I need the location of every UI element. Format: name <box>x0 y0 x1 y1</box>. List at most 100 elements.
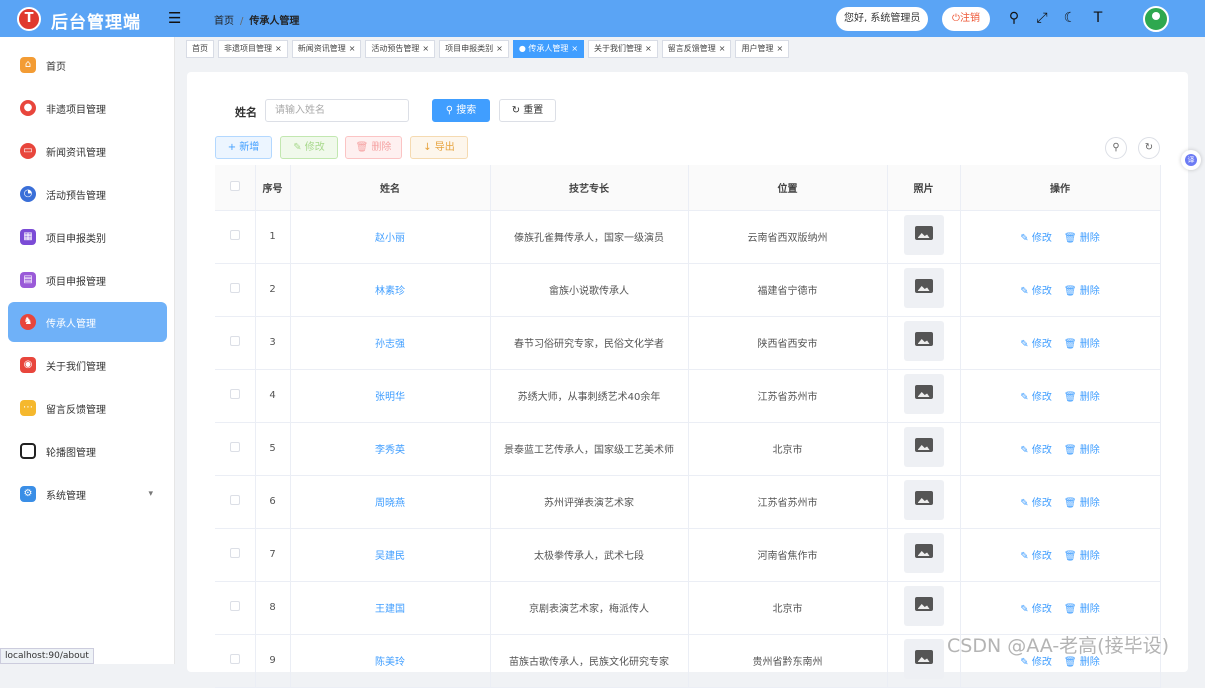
name-link[interactable]: 王建国 <box>375 604 405 615</box>
tab-about[interactable]: 关于我们管理 × <box>588 40 658 58</box>
name-link[interactable]: 林素珍 <box>375 286 405 297</box>
translate-badge[interactable]: 译 <box>1181 150 1201 170</box>
row-checkbox[interactable] <box>229 495 240 505</box>
sidebar-item-reports[interactable]: ▤ 项目申报管理 <box>8 260 167 300</box>
row-delete-button[interactable]: 🗑 删除 <box>1064 233 1100 244</box>
logout-button[interactable]: ⏻注销 <box>942 7 990 31</box>
row-edit-button[interactable]: ✎ 修改 <box>1020 339 1052 350</box>
avatar[interactable] <box>1143 6 1169 32</box>
row-select-cell[interactable] <box>215 581 256 635</box>
row-delete-button[interactable]: 🗑 删除 <box>1064 445 1100 456</box>
row-delete-button[interactable]: 🗑 删除 <box>1064 339 1100 350</box>
row-checkbox[interactable] <box>229 601 240 611</box>
close-icon[interactable]: × <box>496 44 503 53</box>
row-edit-button[interactable]: ✎ 修改 <box>1020 392 1052 403</box>
tab-users[interactable]: 用户管理 × <box>735 40 790 58</box>
row-checkbox[interactable] <box>229 548 240 558</box>
close-icon[interactable]: × <box>349 44 356 53</box>
image-placeholder-icon[interactable] <box>903 268 944 308</box>
row-select-cell[interactable] <box>215 316 256 370</box>
delete-button[interactable]: 🗑 删除 <box>345 136 402 159</box>
menu-fold-icon[interactable]: ☰ <box>168 10 184 26</box>
select-all-cell[interactable] <box>215 165 256 211</box>
name-link[interactable]: 李秀英 <box>375 445 405 456</box>
row-delete-button[interactable]: 🗑 删除 <box>1064 604 1100 615</box>
row-select-cell[interactable] <box>215 263 256 317</box>
row-edit-button[interactable]: ✎ 修改 <box>1020 445 1052 456</box>
row-select-cell[interactable] <box>215 475 256 529</box>
image-placeholder-icon[interactable] <box>903 215 944 255</box>
sidebar-item-events[interactable]: ◔ 活动预告管理 <box>8 174 167 214</box>
toggle-search-icon[interactable]: ⚲ <box>1105 137 1127 159</box>
close-icon[interactable]: × <box>571 44 578 53</box>
row-delete-button[interactable]: 🗑 删除 <box>1064 498 1100 509</box>
search-button[interactable]: ⚲ 搜索 <box>432 99 490 122</box>
name-link[interactable]: 陈美玲 <box>375 657 405 668</box>
tab-inheritors[interactable]: ● 传承人管理 × <box>512 40 585 58</box>
row-checkbox[interactable] <box>229 230 240 240</box>
name-link[interactable]: 赵小丽 <box>375 233 405 244</box>
sidebar-item-about[interactable]: ◉ 关于我们管理 <box>8 345 167 385</box>
image-placeholder-icon[interactable] <box>903 586 944 626</box>
close-icon[interactable]: × <box>422 44 429 53</box>
row-select-cell[interactable] <box>215 210 256 264</box>
name-search-input[interactable] <box>265 99 409 122</box>
sidebar-item-home[interactable]: ⌂ 首页 <box>8 45 167 85</box>
row-delete-button[interactable]: 🗑 删除 <box>1064 657 1100 668</box>
image-placeholder-icon[interactable] <box>903 533 944 573</box>
sidebar-item-inheritors[interactable]: ♞ 传承人管理 <box>8 302 167 342</box>
row-select-cell[interactable] <box>215 634 256 688</box>
sidebar-item-messages[interactable]: ⋯ 留言反馈管理 <box>8 388 167 428</box>
row-edit-button[interactable]: ✎ 修改 <box>1020 498 1052 509</box>
name-link[interactable]: 孙志强 <box>375 339 405 350</box>
tab-events[interactable]: 活动预告管理 × <box>365 40 436 58</box>
row-edit-button[interactable]: ✎ 修改 <box>1020 233 1052 244</box>
sidebar-item-news[interactable]: ▭ 新闻资讯管理 <box>8 131 167 171</box>
row-checkbox[interactable] <box>229 336 240 346</box>
row-delete-button[interactable]: 🗑 删除 <box>1064 392 1100 403</box>
search-icon[interactable]: ⚲ <box>1005 9 1023 27</box>
close-icon[interactable]: × <box>719 44 726 53</box>
breadcrumb-home[interactable]: 首页 <box>214 16 234 27</box>
row-select-cell[interactable] <box>215 528 256 582</box>
close-icon[interactable]: × <box>645 44 652 53</box>
image-placeholder-icon[interactable] <box>903 639 944 679</box>
row-checkbox[interactable] <box>229 283 240 293</box>
close-icon[interactable]: × <box>776 44 783 53</box>
font-size-icon[interactable]: T <box>1089 9 1107 27</box>
row-select-cell[interactable] <box>215 369 256 423</box>
edit-button[interactable]: ✎ 修改 <box>280 136 338 159</box>
row-delete-button[interactable]: 🗑 删除 <box>1064 551 1100 562</box>
row-edit-button[interactable]: ✎ 修改 <box>1020 604 1052 615</box>
image-placeholder-icon[interactable] <box>903 374 944 414</box>
row-select-cell[interactable] <box>215 422 256 476</box>
tab-projects[interactable]: 非遗项目管理 × <box>218 40 288 58</box>
name-link[interactable]: 周晓燕 <box>375 498 405 509</box>
reset-button[interactable]: ↻ 重置 <box>499 99 556 122</box>
row-edit-button[interactable]: ✎ 修改 <box>1020 551 1052 562</box>
fullscreen-icon[interactable]: ⤢ <box>1033 9 1051 27</box>
name-link[interactable]: 张明华 <box>375 392 405 403</box>
image-placeholder-icon[interactable] <box>903 427 944 467</box>
tab-categories[interactable]: 项目申报类别 × <box>439 40 509 58</box>
dark-mode-icon[interactable]: ☾ <box>1061 9 1079 27</box>
image-placeholder-icon[interactable] <box>903 321 944 361</box>
export-button[interactable]: ↓ 导出 <box>410 136 468 159</box>
tab-messages[interactable]: 留言反馈管理 × <box>661 40 732 58</box>
row-checkbox[interactable] <box>229 389 240 399</box>
image-placeholder-icon[interactable] <box>903 480 944 520</box>
row-delete-button[interactable]: 🗑 删除 <box>1064 286 1100 297</box>
sidebar-item-categories[interactable]: ▦ 项目申报类别 <box>8 217 167 257</box>
tab-news[interactable]: 新闻资讯管理 × <box>291 40 362 58</box>
close-icon[interactable]: × <box>275 44 282 53</box>
refresh-icon[interactable]: ↻ <box>1138 137 1160 159</box>
sidebar-item-carousel[interactable]: 轮播图管理 <box>8 431 167 471</box>
name-link[interactable]: 吴建民 <box>375 551 405 562</box>
add-button[interactable]: + 新增 <box>215 136 272 159</box>
row-edit-button[interactable]: ✎ 修改 <box>1020 657 1052 668</box>
tab-home[interactable]: 首页 <box>186 40 214 58</box>
row-checkbox[interactable] <box>229 442 240 452</box>
row-checkbox[interactable] <box>229 654 240 664</box>
select-all-checkbox[interactable] <box>229 180 240 191</box>
row-edit-button[interactable]: ✎ 修改 <box>1020 286 1052 297</box>
